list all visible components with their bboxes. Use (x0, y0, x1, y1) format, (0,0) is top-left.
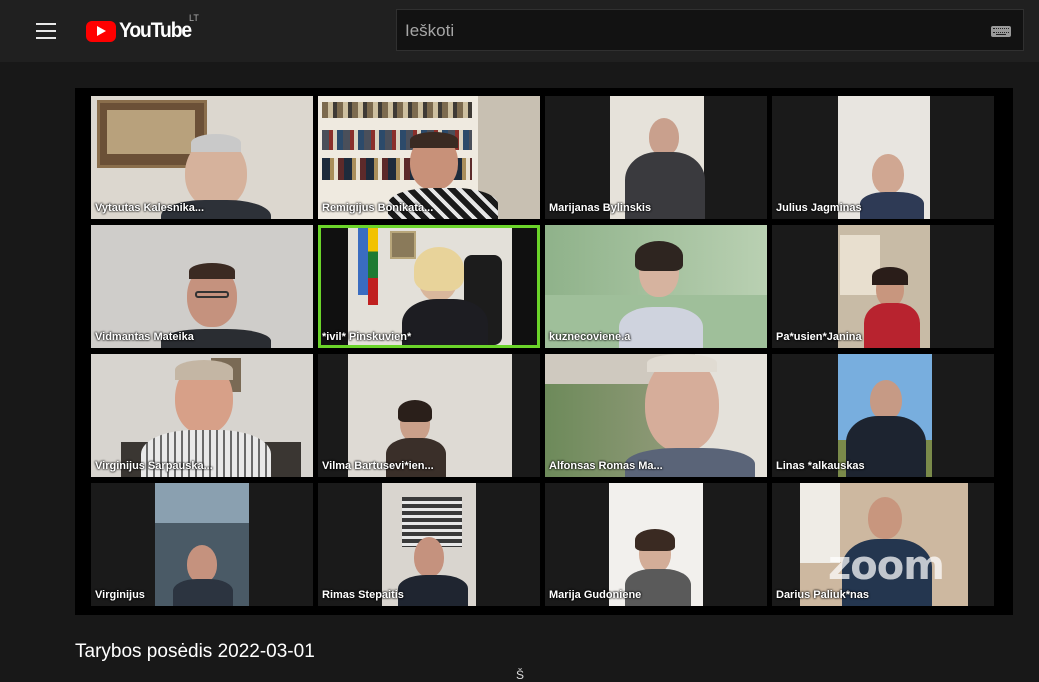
play-logo-icon (86, 20, 116, 42)
active-speaker-border (318, 225, 540, 348)
logo-text: YouTube (119, 19, 192, 42)
participant-name: Darius Paliuk*nas (776, 589, 869, 601)
participant-tile: Virginijus (91, 483, 313, 606)
participant-tile: Remigijus Bonikata... (318, 96, 540, 219)
participant-tile: Vidmantas Mateika (91, 225, 313, 348)
participant-tile: Julius Jagminas (772, 96, 994, 219)
top-bar: YouTube LT Ieškoti (0, 0, 1039, 62)
search-placeholder: Ieškoti (405, 21, 455, 40)
participant-tile: Rimas Stepaitis (318, 483, 540, 606)
video-player[interactable]: Vytautas Kalesnika... Remigijus Bonikata… (75, 88, 1013, 615)
participant-tile: Marijanas Bylinskis (545, 96, 767, 219)
zoom-watermark: zoom (828, 543, 945, 589)
search-input[interactable]: Ieškoti (396, 9, 1024, 51)
participant-name: Alfonsas Romas Ma... (549, 460, 663, 472)
participant-name: Linas *alkauskas (776, 460, 865, 472)
participant-tile: *ivil* Pinskuvien* (318, 225, 540, 348)
participant-name: Vilma Bartusevi*ien... (322, 460, 434, 472)
participant-tile: Linas *alkauskas (772, 354, 994, 477)
participant-name: Pa*usien*Janina (776, 331, 862, 343)
participant-name: Virginijus Sarpauska... (95, 460, 213, 472)
participant-name: Julius Jagminas (776, 202, 862, 214)
participant-tile: Virginijus Sarpauska... (91, 354, 313, 477)
menu-icon[interactable] (30, 16, 62, 46)
participant-name: Remigijus Bonikata... (322, 202, 434, 214)
video-title: Tarybos posėdis 2022-03-01 (75, 641, 315, 662)
participant-name: Marijanas Bylinskis (549, 202, 652, 214)
participant-name: Vidmantas Mateika (95, 331, 194, 343)
participant-tile: kuznecoviene.a (545, 225, 767, 348)
participant-tile: Marija Gudoniene (545, 483, 767, 606)
youtube-logo[interactable]: YouTube (86, 18, 197, 44)
keyboard-icon[interactable] (991, 26, 1011, 37)
participant-tile: Pa*usien*Janina (772, 225, 994, 348)
participant-name: Virginijus (95, 589, 145, 601)
clipped-text: Š (516, 668, 525, 682)
participant-name: *ivil* Pinskuvien* (322, 331, 412, 343)
country-code: LT (189, 13, 199, 23)
participant-name: Vytautas Kalesnika... (95, 202, 205, 214)
participant-name: Marija Gudoniene (549, 589, 642, 601)
participant-tile: Alfonsas Romas Ma... (545, 354, 767, 477)
participant-name: Rimas Stepaitis (322, 589, 404, 601)
participant-name: kuznecoviene.a (549, 331, 631, 343)
participant-tile: Vytautas Kalesnika... (91, 96, 313, 219)
participant-tile: Vilma Bartusevi*ien... (318, 354, 540, 477)
